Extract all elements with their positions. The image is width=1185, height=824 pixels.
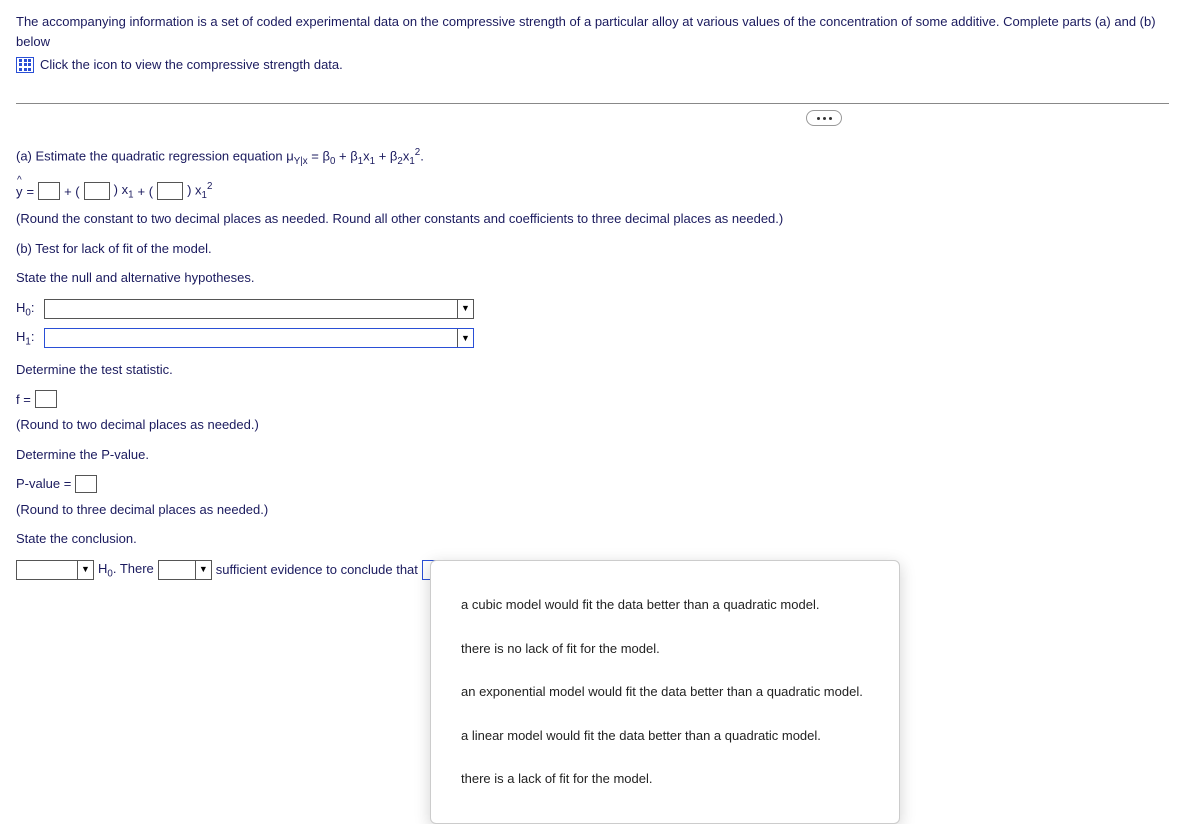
- h1-row: H1: ▼: [16, 327, 1169, 350]
- part-b-header: (b) Test for lack of fit of the model.: [16, 239, 1169, 259]
- f-input[interactable]: [35, 390, 57, 408]
- b0-input[interactable]: [38, 182, 60, 200]
- part-a-prompt: (a) Estimate the quadratic regression eq…: [16, 146, 1169, 170]
- dropdown-option[interactable]: a linear model would fit the data better…: [459, 714, 871, 758]
- h0-select[interactable]: ▼: [44, 299, 474, 319]
- chevron-down-icon: ▼: [77, 561, 93, 579]
- dropdown-option[interactable]: there is a lack of fit for the model.: [459, 757, 871, 801]
- y-hat-symbol: y: [16, 182, 23, 202]
- f-round-hint: (Round to two decimal places as needed.): [16, 415, 1169, 435]
- determine-pvalue: Determine the P-value.: [16, 445, 1169, 465]
- chevron-down-icon: ▼: [457, 300, 473, 318]
- divider: [16, 103, 1169, 104]
- view-data-label: Click the icon to view the compressive s…: [40, 55, 343, 75]
- yhat-equation: y = + ( ) x1 + ( ) x12: [16, 180, 1169, 204]
- h1-select[interactable]: ▼: [44, 328, 474, 348]
- dropdown-option[interactable]: there is no lack of fit for the model.: [459, 627, 871, 671]
- determine-statistic: Determine the test statistic.: [16, 360, 1169, 380]
- intro-text: The accompanying information is a set of…: [16, 12, 1169, 51]
- table-icon: [16, 57, 34, 73]
- dropdown-option[interactable]: an exponential model would fit the data …: [459, 670, 871, 714]
- view-data-link[interactable]: Click the icon to view the compressive s…: [16, 55, 1169, 75]
- state-conclusion: State the conclusion.: [16, 529, 1169, 549]
- p-round-hint: (Round to three decimal places as needed…: [16, 500, 1169, 520]
- dropdown-option[interactable]: a cubic model would fit the data better …: [459, 583, 871, 627]
- conclusion-dropdown-panel: a cubic model would fit the data better …: [430, 560, 900, 824]
- b2-input[interactable]: [157, 182, 183, 200]
- more-options-pill[interactable]: [806, 110, 842, 126]
- h0-row: H0: ▼: [16, 298, 1169, 321]
- chevron-down-icon: ▼: [457, 329, 473, 347]
- b1-input[interactable]: [84, 182, 110, 200]
- chevron-down-icon: ▼: [195, 561, 211, 579]
- part-a-round-hint: (Round the constant to two decimal place…: [16, 209, 1169, 229]
- is-isnot-select[interactable]: ▼: [158, 560, 212, 580]
- reject-select[interactable]: ▼: [16, 560, 94, 580]
- f-row: f =: [16, 390, 1169, 410]
- state-hypotheses: State the null and alternative hypothese…: [16, 268, 1169, 288]
- pvalue-input[interactable]: [75, 475, 97, 493]
- p-row: P-value =: [16, 474, 1169, 494]
